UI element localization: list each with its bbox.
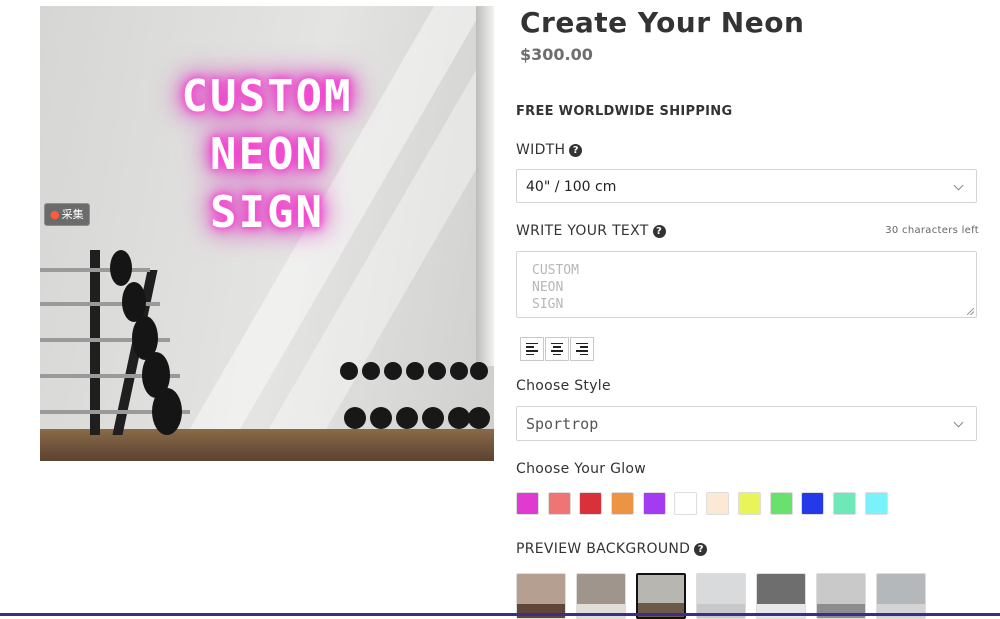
chevron-down-icon [953,180,964,191]
barbell-rack [40,250,200,435]
width-select-value: 40" / 100 cm [526,179,617,195]
question-icon[interactable]: ? [569,144,583,157]
text-label: WRITE YOUR TEXT? [516,223,666,239]
style-select[interactable]: Sportrop [516,406,977,441]
dumbbell [470,362,488,380]
glow-swatch-6[interactable] [674,492,698,515]
neon-line-3: SIGN [210,187,324,238]
dumbbell [370,407,392,429]
style-label: Choose Style [516,378,611,394]
neon-line-2: NEON [210,129,324,180]
glow-label: Choose Your Glow [516,461,647,477]
align-right-button[interactable] [570,337,594,361]
dumbbell [396,407,418,429]
glow-swatch-11[interactable] [832,492,856,515]
neon-line-1: CUSTOM [181,71,353,122]
weight-plate [152,388,182,435]
glow-swatch-9[interactable] [769,492,793,515]
glow-swatch-7[interactable] [706,492,730,515]
glow-swatch-5[interactable] [642,492,666,515]
glow-swatch-3[interactable] [579,492,603,515]
text-label-text: WRITE YOUR TEXT [516,223,649,239]
neon-sign-text: CUSTOM NEON SIGN [40,68,494,242]
dumbbell [428,362,446,380]
glow-swatch-2[interactable] [547,492,571,515]
product-title: Create Your Neon [520,6,805,39]
background-label: PREVIEW BACKGROUND? [516,541,708,557]
dumbbell [340,362,358,380]
dumbbell [344,407,366,429]
glow-swatch-4[interactable] [611,492,635,515]
width-label: WIDTH? [516,142,583,158]
glow-color-swatches [516,492,896,515]
dumbbell-rack [340,362,490,457]
product-price: $300.00 [520,45,593,64]
resize-handle-icon[interactable] [967,308,974,315]
glow-swatch-1[interactable] [516,492,539,515]
neon-preview-image: CUSTOM NEON SIGN [40,6,494,461]
glow-swatch-12[interactable] [864,492,888,515]
glow-swatch-10[interactable] [801,492,825,515]
align-center-button[interactable] [545,337,569,361]
barbell [40,268,150,272]
width-select[interactable]: 40" / 100 cm [516,169,977,203]
style-select-value: Sportrop [526,415,599,433]
shipping-notice: FREE WORLDWIDE SHIPPING [516,104,733,119]
background-label-text: PREVIEW BACKGROUND [516,541,691,557]
width-label-text: WIDTH [516,142,566,158]
glow-swatch-8[interactable] [737,492,761,515]
dumbbell [406,362,424,380]
dumbbell [450,362,468,380]
rack-post [90,250,100,435]
neon-text-placeholder: CUSTOM NEON SIGN [532,263,579,312]
neon-text-input[interactable]: CUSTOM NEON SIGN [516,251,977,318]
dot-icon: ● [50,208,60,221]
characters-left-counter: 30 characters left [885,225,979,236]
dumbbell [468,407,490,429]
weight-plate [110,250,132,286]
collect-badge-button[interactable]: ● 采集 [44,203,90,226]
dumbbell [362,362,380,380]
dumbbell [422,407,444,429]
text-alignment-group [520,337,595,361]
align-left-button[interactable] [520,337,544,361]
dumbbell [384,362,402,380]
question-icon[interactable]: ? [652,225,666,238]
question-icon[interactable]: ? [694,543,708,556]
dumbbell [448,407,470,429]
chevron-down-icon [953,417,964,428]
collect-badge-label: 采集 [61,208,84,221]
